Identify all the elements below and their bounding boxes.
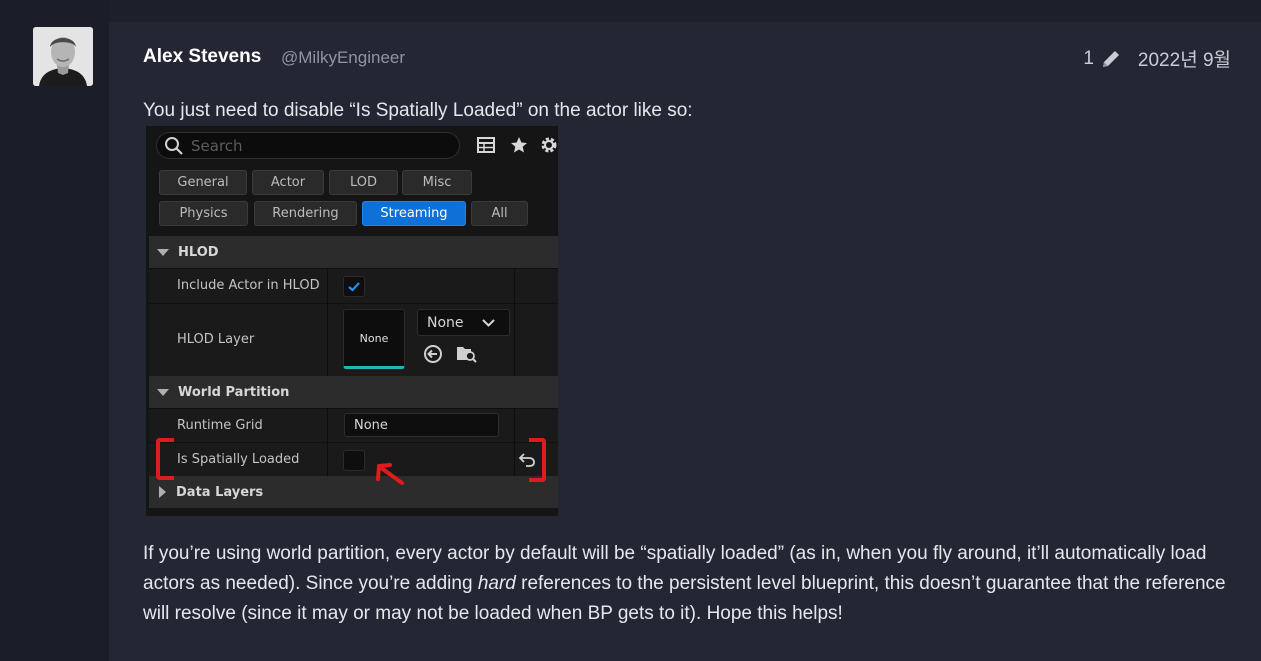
star-icon[interactable] xyxy=(509,135,529,155)
tab-streaming[interactable]: Streaming xyxy=(362,201,466,226)
tab-rendering[interactable]: Rendering xyxy=(254,201,357,226)
runtime-grid-input[interactable]: None xyxy=(344,413,499,437)
annotation-arrow xyxy=(376,463,404,485)
expand-arrow-icon xyxy=(159,486,166,498)
top-bar xyxy=(109,0,1261,22)
annotation-left-bracket xyxy=(156,438,174,480)
table-icon[interactable] xyxy=(476,135,496,155)
runtime-grid-label: Runtime Grid xyxy=(177,418,263,433)
author-name[interactable]: Alex Stevens xyxy=(143,46,261,68)
spatially-loaded-label: Is Spatially Loaded xyxy=(177,452,300,467)
gear-icon[interactable] xyxy=(539,135,558,155)
hlod-layer-label: HLOD Layer xyxy=(177,332,255,347)
post-date[interactable]: 2022년 9월 xyxy=(1138,45,1231,72)
row-runtime-grid: Runtime Grid None xyxy=(149,408,558,442)
search-placeholder: Search xyxy=(191,136,243,155)
collapse-arrow-icon xyxy=(157,388,169,396)
section-world-partition-label: World Partition xyxy=(178,384,290,400)
tab-physics[interactable]: Physics xyxy=(159,201,248,226)
avatar[interactable] xyxy=(33,27,93,86)
hlod-layer-dropdown-value: None xyxy=(427,314,464,331)
browse-folder-icon[interactable] xyxy=(455,343,477,363)
section-hlod[interactable]: HLOD xyxy=(149,236,558,268)
search-icon xyxy=(165,136,183,155)
collapse-arrow-icon xyxy=(157,248,169,256)
annotation-right-bracket xyxy=(529,438,546,482)
pencil-icon[interactable] xyxy=(1100,48,1122,70)
post-meta: 1 2022년 9월 xyxy=(1083,45,1231,72)
checkmark-icon xyxy=(348,282,360,292)
include-actor-label: Include Actor in HLOD xyxy=(177,278,320,293)
tab-general[interactable]: General xyxy=(159,170,247,195)
row-include-actor: Include Actor in HLOD xyxy=(149,268,558,303)
tab-actor[interactable]: Actor xyxy=(252,170,324,195)
section-world-partition[interactable]: World Partition xyxy=(149,376,558,408)
body-paragraph: If you’re using world partition, every a… xyxy=(143,539,1233,629)
section-hlod-label: HLOD xyxy=(178,244,219,260)
spatially-loaded-checkbox[interactable] xyxy=(343,450,365,471)
runtime-grid-value: None xyxy=(354,417,388,433)
row-hlod-layer: HLOD Layer None None xyxy=(149,303,558,376)
body-emphasis: hard xyxy=(477,573,516,594)
hlod-layer-thumbnail[interactable]: None xyxy=(343,309,405,369)
chevron-down-icon xyxy=(482,319,495,327)
section-data-layers-label: Data Layers xyxy=(176,484,264,500)
row-is-spatially-loaded: Is Spatially Loaded xyxy=(149,442,558,476)
edit-count[interactable]: 1 xyxy=(1083,48,1094,70)
details-panel-screenshot: Search General Actor LOD Misc Physics Re… xyxy=(146,126,558,516)
intro-text: You just need to disable “Is Spatially L… xyxy=(143,100,693,121)
tab-misc[interactable]: Misc xyxy=(402,170,472,195)
tab-lod[interactable]: LOD xyxy=(329,170,398,195)
hlod-layer-dropdown[interactable]: None xyxy=(417,309,510,336)
use-selected-icon[interactable] xyxy=(423,344,443,364)
search-input[interactable]: Search xyxy=(156,132,460,159)
tab-all[interactable]: All xyxy=(471,201,528,226)
author-handle[interactable]: @MilkyEngineer xyxy=(281,48,405,68)
include-actor-checkbox[interactable] xyxy=(343,276,365,297)
section-data-layers[interactable]: Data Layers xyxy=(149,476,558,508)
